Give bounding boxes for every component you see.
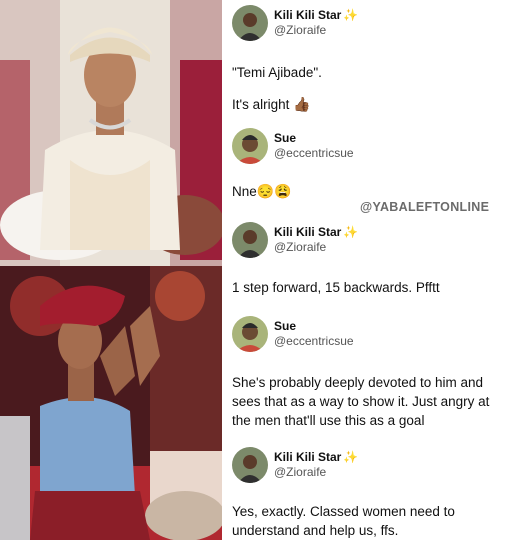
avatar[interactable] [232, 5, 268, 41]
avatar[interactable] [232, 316, 268, 352]
author-name-text[interactable]: Kili Kili Star [274, 450, 341, 464]
tweet-2: Sue @eccentricsue Nne😔😩 [232, 128, 502, 208]
tweet-text-line-2: It's alright 👍🏾 [232, 95, 502, 114]
author-handle[interactable]: @Zioraife [274, 465, 326, 479]
author-handle[interactable]: @Zioraife [274, 23, 326, 37]
sparkle-icon: ✨ [343, 8, 359, 22]
tweet-text-content: Nne [232, 184, 257, 199]
author-name[interactable]: Sue [274, 131, 296, 145]
avatar[interactable] [232, 447, 268, 483]
photo-collage [0, 0, 222, 540]
tweet-4: Sue @eccentricsue She's probably deeply … [232, 316, 502, 436]
tweet-3: Kili Kili Star ✨ @Zioraife 1 step forward… [232, 222, 502, 302]
author-handle[interactable]: @eccentricsue [274, 334, 354, 348]
watermark: @YABALEFTONLINE [360, 200, 490, 214]
wedding-photo-red-gele [0, 266, 222, 540]
tweet-text: 1 step forward, 15 backwards. Pfftt [232, 280, 440, 295]
tweet-thread: Kili Kili Star ✨ @Zioraife "Temi Ajibade"… [222, 0, 505, 540]
tweet-text: She's probably deeply devoted to him and… [232, 375, 490, 428]
tweet-text: Nne😔😩 [232, 182, 502, 201]
author-name[interactable]: Kili Kili Star ✨ [274, 225, 358, 239]
tweet-1: Kili Kili Star ✨ @Zioraife "Temi Ajibade"… [232, 5, 502, 125]
author-name-text[interactable]: Kili Kili Star [274, 8, 341, 22]
author-name[interactable]: Kili Kili Star ✨ [274, 450, 358, 464]
author-name[interactable]: Sue [274, 319, 296, 333]
author-handle[interactable]: @eccentricsue [274, 146, 354, 160]
pensive-weary-emoji-icon: 😔😩 [256, 183, 292, 199]
thumbs-up-icon: 👍🏾 [293, 96, 311, 112]
author-name[interactable]: Kili Kili Star ✨ [274, 8, 358, 22]
sparkle-icon: ✨ [343, 450, 359, 464]
author-name-text[interactable]: Kili Kili Star [274, 225, 341, 239]
wedding-photo-cream-gele [0, 0, 222, 266]
tweet-text: "Temi Ajibade". [232, 65, 322, 80]
tweet-5: Kili Kili Star ✨ @Zioraife Yes, exactly. … [232, 447, 502, 540]
avatar[interactable] [232, 128, 268, 164]
sparkle-icon: ✨ [343, 225, 359, 239]
tweet-text: Yes, exactly. Classed women need to unde… [232, 504, 455, 538]
tweet-text-content: It's alright [232, 97, 290, 112]
author-handle[interactable]: @Zioraife [274, 240, 326, 254]
avatar[interactable] [232, 222, 268, 258]
